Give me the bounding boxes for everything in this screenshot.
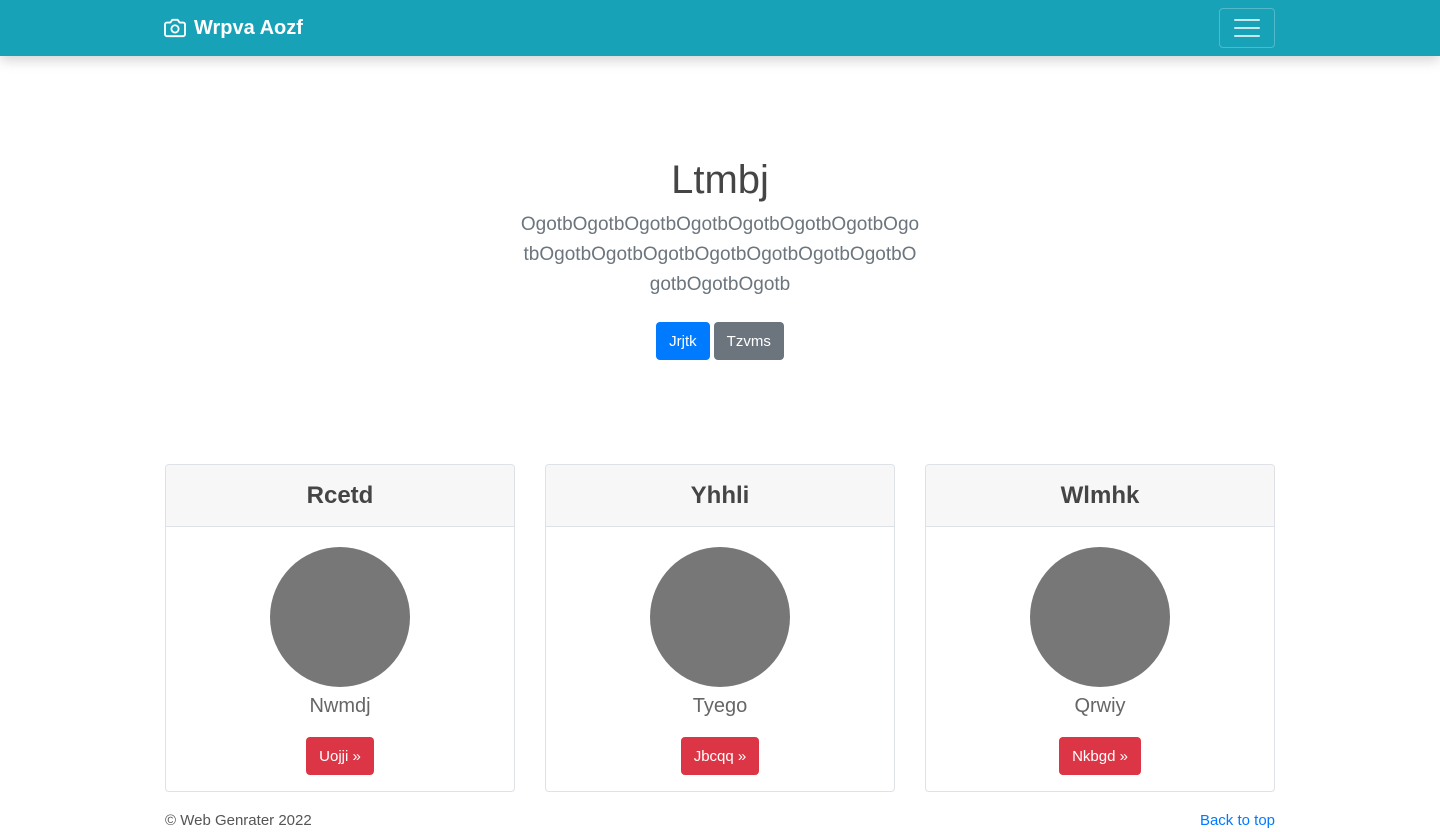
card-1-button[interactable]: Uojji »: [306, 737, 374, 775]
card-1: Rcetd Nwmdj Uojji »: [165, 464, 515, 792]
hero-buttons: Jrjtk Tzvms: [0, 322, 1440, 360]
hero-lead: OgotbOgotbOgotbOgotbOgotbOgotbOgotbOgotb…: [520, 214, 920, 295]
card-2-button[interactable]: Jbcqq »: [680, 737, 760, 775]
navbar: Wrpva Aozf: [0, 0, 1440, 56]
card-3: Wlmhk Qrwiy Nkbgd »: [925, 464, 1275, 792]
primary-button[interactable]: Jrjtk: [656, 322, 710, 360]
secondary-button[interactable]: Tzvms: [713, 322, 784, 360]
card-name: Qrwiy: [1074, 695, 1126, 717]
navbar-brand[interactable]: Wrpva Aozf: [164, 0, 303, 56]
brand-label: Wrpva Aozf: [194, 16, 303, 39]
navbar-toggler-button[interactable]: [1219, 8, 1275, 48]
card-3-button[interactable]: Nkbgd »: [1059, 737, 1141, 775]
card-title: Yhhli: [546, 465, 894, 527]
card-2: Yhhli Tyego Jbcqq »: [545, 464, 895, 792]
card-title: Rcetd: [166, 465, 514, 527]
footer-copyright: © Web Genrater 2022: [165, 812, 312, 829]
camera-icon: [164, 18, 186, 38]
hamburger-icon: [1234, 19, 1260, 21]
card-name: Tyego: [692, 695, 748, 717]
avatar: [270, 547, 410, 687]
hero-title: Ltmbj: [671, 158, 769, 202]
card-name: Nwmdj: [309, 695, 371, 717]
avatar: [650, 547, 790, 687]
card-title: Wlmhk: [926, 465, 1274, 527]
avatar: [1030, 547, 1170, 687]
back-to-top-link[interactable]: Back to top: [1200, 810, 1275, 832]
